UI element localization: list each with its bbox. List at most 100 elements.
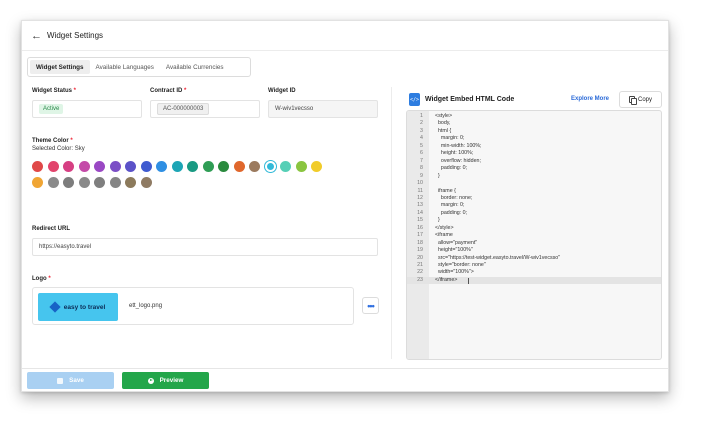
color-swatch[interactable] [47,161,59,172]
code-line: 21 style="border: none" [407,262,661,269]
code-line: 6 height: 100%; [407,150,661,157]
color-swatch[interactable] [63,161,74,172]
line-number: 23 [417,276,423,283]
explore-more-link[interactable]: Explore More [571,96,609,102]
color-swatch[interactable] [109,177,121,188]
code-text: html { [435,127,452,134]
color-swatch[interactable] [125,177,136,188]
code-text: <style> [435,113,453,119]
line-number: 11 [417,187,424,194]
code-line: 3 html { [407,128,661,135]
tab-bar: Widget Settings Available Languages Avai… [27,57,251,77]
line-number: 4 [420,135,423,142]
line-number: 18 [417,239,423,246]
logo-upload[interactable]: easy to travel ett_logo.png [32,287,354,325]
code-text: </iframe> [435,276,458,283]
code-line: 17 <iframe [407,232,661,239]
color-swatch[interactable] [249,161,260,172]
tab-available-languages[interactable]: Available Languages [90,60,160,74]
line-number: 9 [420,172,423,179]
redirect-url-value: https://easyto.travel [39,244,92,250]
save-icon [57,377,64,384]
code-text: </style> [435,224,454,231]
color-swatch[interactable] [140,161,152,172]
contract-id-value: AC-000000003 [157,103,210,115]
status-badge: Active [39,104,64,114]
widget-status-field[interactable]: Active [32,100,142,118]
code-text: padding: 0; [435,165,468,172]
widget-settings-window: ← Widget Settings Widget Settings Availa… [21,20,669,392]
copy-label: Copy [637,96,652,103]
line-number: 20 [417,254,423,261]
code-line: 8 padding: 0; [407,165,661,172]
line-number: 8 [420,165,423,172]
widget-id-field: W-wiv1vecsso [268,100,378,118]
color-swatch[interactable] [140,177,152,188]
line-number: 6 [420,150,423,157]
color-swatch[interactable] [264,161,276,172]
color-swatch[interactable] [94,161,105,172]
tab-widget-settings[interactable]: Widget Settings [30,60,90,74]
code-line: 11 iframe { [407,188,661,195]
color-swatch[interactable] [32,161,43,172]
widget-id-label: Widget ID [268,88,296,94]
contract-id-label: Contract ID * [150,88,187,94]
play-icon [147,377,154,384]
color-swatch[interactable] [156,161,167,172]
more-dots-icon: ••• [367,300,375,311]
color-swatch[interactable] [63,177,74,188]
line-number: 14 [417,209,423,216]
theme-color-label: Theme Color * [32,138,73,144]
color-swatch[interactable] [32,177,43,188]
code-line: 23 </iframe> [407,276,661,285]
code-line: 2 body, [407,120,661,127]
line-number: 16 [417,224,423,231]
color-swatch[interactable] [295,161,307,172]
color-swatch[interactable] [171,161,183,172]
code-text: height="100%" [435,247,473,254]
color-swatch[interactable] [311,161,322,172]
back-arrow-icon[interactable]: ← [31,30,43,42]
color-swatch[interactable] [109,161,121,172]
contract-id-field[interactable]: AC-000000003 [150,100,260,118]
color-swatch[interactable] [187,161,198,172]
color-swatch[interactable] [202,161,214,172]
embed-title: Widget Embed HTML Code [425,96,515,103]
code-editor[interactable]: 1 <style> 2 body, 3 html {4 margin: 0; 5 min… [406,110,662,360]
color-swatch[interactable] [78,161,90,172]
column-divider [391,87,392,359]
code-text: src="https://test-widget.easyto.travel/W… [435,254,561,261]
line-number: 13 [417,202,423,209]
copy-icon [628,96,637,105]
code-line: 15 } [407,217,661,224]
more-options-button[interactable]: ••• [362,297,379,314]
title-bar: ← Widget Settings [22,21,668,51]
footer-bar: Save Preview [22,368,668,391]
save-button[interactable]: Save [27,372,114,389]
logo-diamond-icon [49,301,61,313]
color-swatch[interactable] [280,161,291,172]
line-number: 1 [420,113,423,119]
redirect-url-input[interactable]: https://easyto.travel [32,238,378,256]
color-swatch[interactable] [233,161,245,172]
line-number: 2 [420,120,423,127]
color-swatch[interactable] [78,177,90,188]
color-swatch[interactable] [94,177,105,188]
line-number: 7 [420,157,423,164]
color-swatch[interactable] [125,161,136,172]
code-text: } [435,217,440,224]
code-line: 19 height="100%" [407,247,661,254]
code-icon: </> [409,93,420,106]
color-swatch[interactable] [218,161,229,172]
preview-button[interactable]: Preview [122,372,209,389]
code-text: margin: 0; [435,135,465,142]
code-line: 5 min-width: 100%; [407,143,661,150]
selected-color-text: Selected Color: Sky [32,146,85,152]
code-line: 20 src="https://test-widget.easyto.trave… [407,255,661,262]
tab-available-currencies[interactable]: Available Currencies [160,60,230,74]
color-swatch[interactable] [47,177,59,188]
preview-label: Preview [159,377,184,384]
widget-id-value: W-wiv1vecsso [275,106,314,112]
line-number: 10 [417,180,423,187]
copy-button[interactable]: Copy [619,91,662,108]
